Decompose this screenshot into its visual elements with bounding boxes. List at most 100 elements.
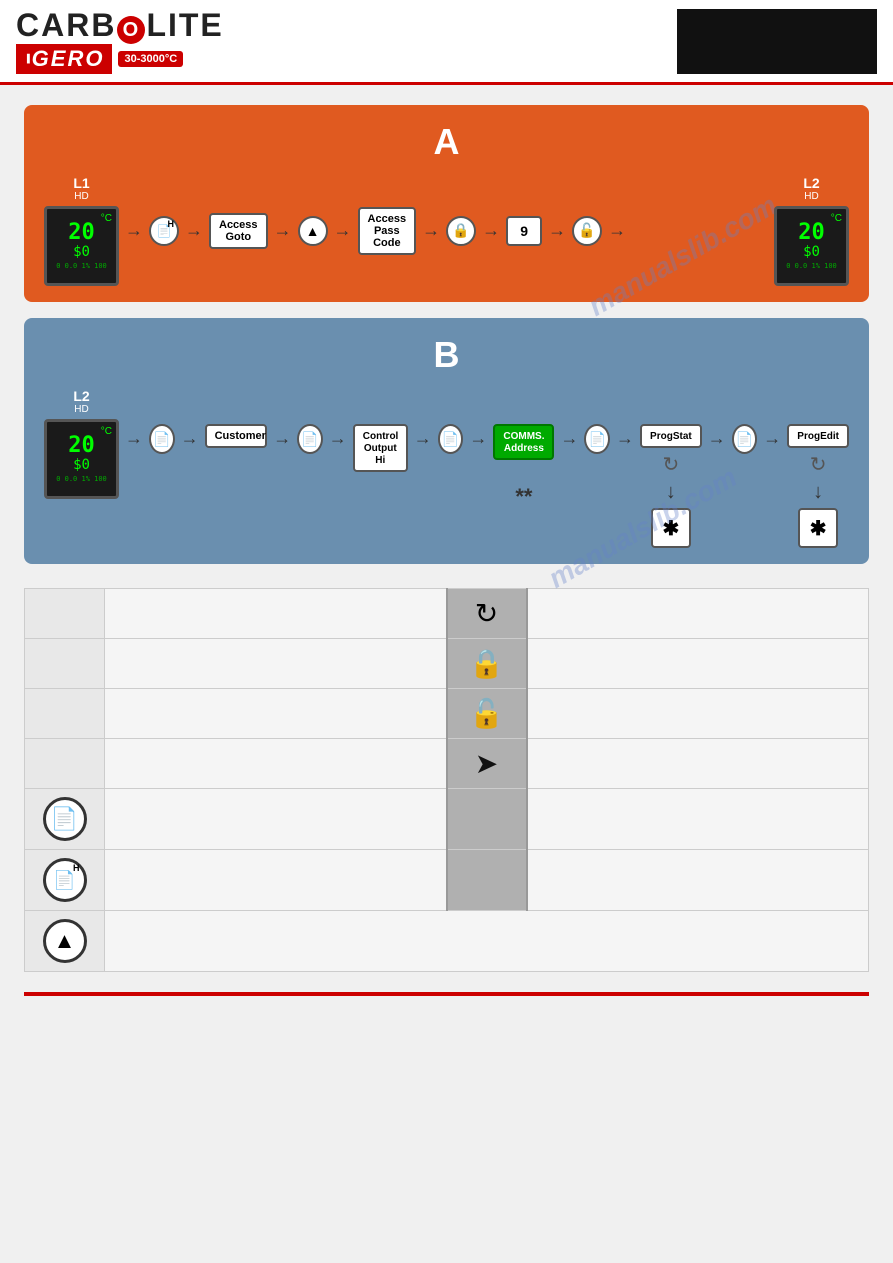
legend-desc-right-2: [527, 639, 869, 689]
lock-open-icon-legend: 🔓: [460, 697, 514, 730]
zone-l2-a: L2 HD °C 20 $0 0 0.0 1% 100: [774, 175, 849, 286]
section-b-flow-top: L2 HD °C 20 $0 0 0.0 1% 100 → 📄 → Custom…: [44, 388, 849, 548]
legend-desc-left-3: [105, 689, 447, 739]
legend-desc-right-6: [527, 850, 869, 911]
zone-l2-b-title: L2: [44, 388, 119, 404]
progedit-asterisk-box[interactable]: ✱: [798, 508, 838, 548]
legend-desc-left-1: [105, 589, 447, 639]
lcd-l2-b-temp: 20: [68, 435, 95, 457]
lcd-l1: °C 20 $0 0 0.0 1% 100: [44, 206, 119, 286]
logo: CARBOLITE ▐ GERO 30-3000°C: [16, 9, 224, 74]
zone-l2-b-subtitle: HD: [44, 404, 119, 415]
legend-left-cell-1: [25, 589, 105, 639]
customer-btn[interactable]: Customer: [205, 424, 268, 448]
header-black-box: [677, 9, 877, 74]
access-passcode-btn[interactable]: Access Pass Code: [358, 207, 417, 255]
lock-closed-icon-legend: 🔒: [460, 647, 514, 680]
lcd-l2-a-temp: 20: [798, 222, 825, 244]
main-content: manualslib.com A L1 HD °C 20 $0 0 0.0 1%…: [0, 85, 893, 1016]
legend-left-cell-4: [25, 739, 105, 789]
legend-left-cell-3: [25, 689, 105, 739]
b-arrow-1: →: [125, 428, 143, 449]
legend-row-7: ▲: [25, 911, 869, 972]
arrow-7: →: [548, 220, 566, 241]
arrow-right-icon-legend: ➤: [460, 747, 514, 780]
legend-divider-2: 🔒: [447, 639, 527, 689]
legend-row-6: 📄H: [25, 850, 869, 911]
b-arrow-6: →: [469, 428, 487, 449]
lock-open-icon-1: 🔓: [578, 222, 595, 239]
progstat-refresh-icon: ↻: [663, 452, 680, 477]
comms-address-btn[interactable]: COMMS. Address: [493, 424, 554, 460]
legend-desc-right-5: [527, 789, 869, 850]
b-arrow-10: →: [763, 428, 781, 449]
b-arrow-3: →: [273, 428, 291, 449]
number-value: 9: [520, 223, 528, 239]
arrow-1: →: [125, 220, 143, 241]
b-file-btn-5[interactable]: 📄: [732, 424, 758, 454]
legend-left-cell-2: [25, 639, 105, 689]
zone-l2-a-title: L2: [774, 175, 849, 191]
b-file-icon-2: 📄: [301, 431, 318, 448]
control-output-hi-btn[interactable]: Control Output Hi: [353, 424, 408, 472]
legend-divider-5: [447, 789, 527, 850]
legend-icon-cell-7: ▲: [25, 911, 105, 972]
progstat-col: ProgStat ↻ ↓ ✱: [640, 388, 702, 548]
b-file-btn-2[interactable]: 📄: [297, 424, 323, 454]
lcd-l2-b-power: $0: [73, 457, 90, 473]
progstat-down-arrow: ↓: [666, 481, 676, 504]
b-file-btn-1[interactable]: 📄: [149, 424, 175, 454]
zone-l2-b: L2 HD °C 20 $0 0 0.0 1% 100: [44, 388, 119, 499]
file-h-icon-legend: 📄H: [43, 858, 87, 902]
legend-desc-left-5: [105, 789, 447, 850]
lcd-l2-a-power: $0: [803, 244, 820, 260]
refresh-icon-legend: ↻: [460, 597, 514, 630]
legend-divider-6: [447, 850, 527, 911]
b-file-icon-3: 📄: [442, 431, 459, 448]
legend-desc-left-6: [105, 850, 447, 911]
lock-closed-1[interactable]: 🔒: [446, 216, 476, 246]
b-file-icon-5: 📄: [736, 431, 753, 448]
b-arrow-5: →: [414, 428, 432, 449]
lcd-l2-a-bottom: 0 0.0 1% 100: [786, 262, 837, 270]
section-a-flow: L1 HD °C 20 $0 0 0.0 1% 100 → 📄 H → Acc: [44, 175, 849, 286]
header: CARBOLITE ▐ GERO 30-3000°C: [0, 0, 893, 85]
file-icon-legend: 📄: [43, 797, 87, 841]
lock-open-1[interactable]: 🔓: [572, 216, 602, 246]
b-file-btn-4[interactable]: 📄: [584, 424, 610, 454]
legend-row-2: 🔒: [25, 639, 869, 689]
legend-table: ↻ 🔒 🔓: [24, 588, 869, 972]
legend-desc-left-4: [105, 739, 447, 789]
lock-closed-icon-1: 🔒: [452, 222, 469, 239]
b-file-btn-3[interactable]: 📄: [438, 424, 464, 454]
h-label: H: [168, 219, 175, 229]
b-file-icon-1: 📄: [153, 431, 170, 448]
legend-row-4: ➤: [25, 739, 869, 789]
legend-divider-3: 🔓: [447, 689, 527, 739]
progedit-asterisk: ✱: [810, 516, 827, 541]
double-asterisk: **: [515, 484, 532, 510]
legend-divider-1: ↻: [447, 589, 527, 639]
arrow-6: →: [482, 220, 500, 241]
b-file-icon-4: 📄: [589, 431, 606, 448]
legend-divider-4: ➤: [447, 739, 527, 789]
progstat-asterisk-box[interactable]: ✱: [651, 508, 691, 548]
access-goto-btn[interactable]: Access Goto: [209, 213, 268, 249]
lcd-l2-a: °C 20 $0 0 0.0 1% 100: [774, 206, 849, 286]
number-box[interactable]: 9: [506, 216, 542, 246]
circle-h-btn[interactable]: 📄 H: [149, 216, 179, 246]
zone-l1-subtitle: HD: [44, 191, 119, 202]
arrow-5: →: [422, 220, 440, 241]
progedit-btn[interactable]: ProgEdit: [787, 424, 849, 448]
lcd-l2-a-icon: °C: [831, 213, 842, 224]
gero-row: ▐ GERO 30-3000°C: [16, 44, 224, 74]
b-arrow-2: →: [181, 428, 199, 449]
progedit-col: ProgEdit ↻ ↓ ✱: [787, 388, 849, 548]
progstat-btn[interactable]: ProgStat: [640, 424, 702, 448]
lcd-l2-b: °C 20 $0 0 0.0 1% 100: [44, 419, 119, 499]
lcd-l1-power: $0: [73, 244, 90, 260]
section-b-label: B: [44, 334, 849, 376]
up-arrow-btn[interactable]: ▲: [298, 216, 328, 246]
temp-range-badge: 30-3000°C: [118, 51, 183, 67]
up-arrow-icon: ▲: [306, 223, 320, 239]
